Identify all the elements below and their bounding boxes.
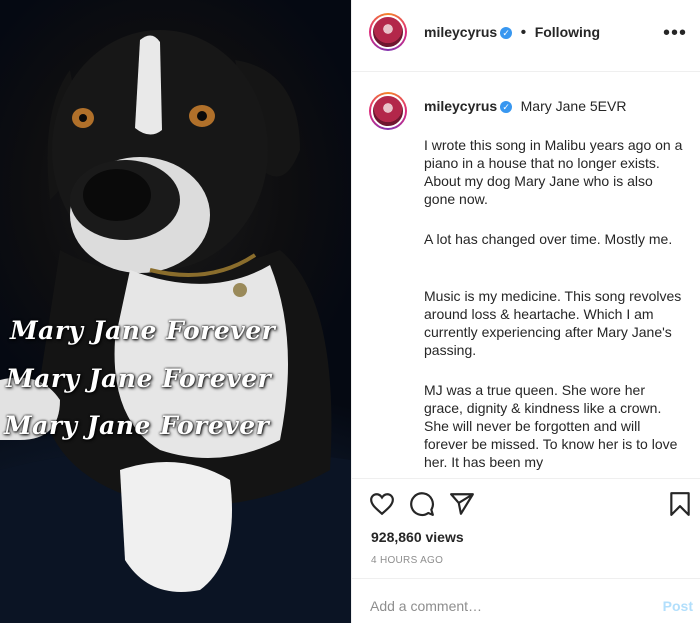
bookmark-icon[interactable] (667, 491, 693, 517)
verified-badge-icon: ✓ (500, 27, 513, 39)
comment-input[interactable]: Add a comment… (370, 598, 482, 614)
heart-icon[interactable] (369, 491, 395, 517)
post-actions: 928,860 views 4 HOURS AGO (352, 478, 700, 578)
caption-title: Mary Jane 5EVR (520, 98, 627, 114)
verified-badge-icon: ✓ (500, 101, 513, 113)
caption-paragraph-4: MJ was a true queen. She wore her grace,… (424, 382, 678, 470)
caption-area: mileycyrus ✓ Mary Jane 5EVR I wrote this … (352, 73, 700, 478)
comment-icon[interactable] (409, 491, 435, 517)
view-count[interactable]: 928,860 views (371, 529, 464, 545)
post-photo[interactable]: Mary Jane Forever Mary Jane Forever Mary… (0, 0, 351, 623)
post-side-panel: mileycyrus ✓ • Following ••• mileycyrus ✓ … (351, 0, 700, 623)
caption-paragraph-2: A lot has changed over time. Mostly me. (424, 231, 673, 247)
header-username-link[interactable]: mileycyrus (424, 24, 497, 40)
dog-photo-illustration (0, 30, 351, 623)
comment-bar: Add a comment… Post (352, 578, 700, 623)
caption-avatar[interactable] (369, 92, 407, 130)
post-header: mileycyrus ✓ • Following ••• (352, 0, 700, 72)
caption-paragraph-3: Music is my medicine. This song revolves… (424, 288, 682, 358)
avatar[interactable] (369, 13, 407, 51)
photo-caption-line-1: Mary Jane Forever (10, 316, 276, 345)
photo-caption-line-2: Mary Jane Forever (6, 364, 272, 393)
separator-dot: • (520, 24, 527, 41)
share-icon[interactable] (449, 491, 475, 517)
more-horizontal-icon[interactable]: ••• (663, 22, 687, 45)
caption-username-link[interactable]: mileycyrus (424, 98, 497, 114)
post-button[interactable]: Post (663, 598, 693, 614)
post-timestamp[interactable]: 4 HOURS AGO (371, 555, 443, 566)
following-button[interactable]: Following (535, 24, 600, 40)
photo-caption-line-3: Mary Jane Forever (4, 411, 270, 440)
caption-paragraph-1: I wrote this song in Malibu years ago on… (424, 137, 683, 207)
